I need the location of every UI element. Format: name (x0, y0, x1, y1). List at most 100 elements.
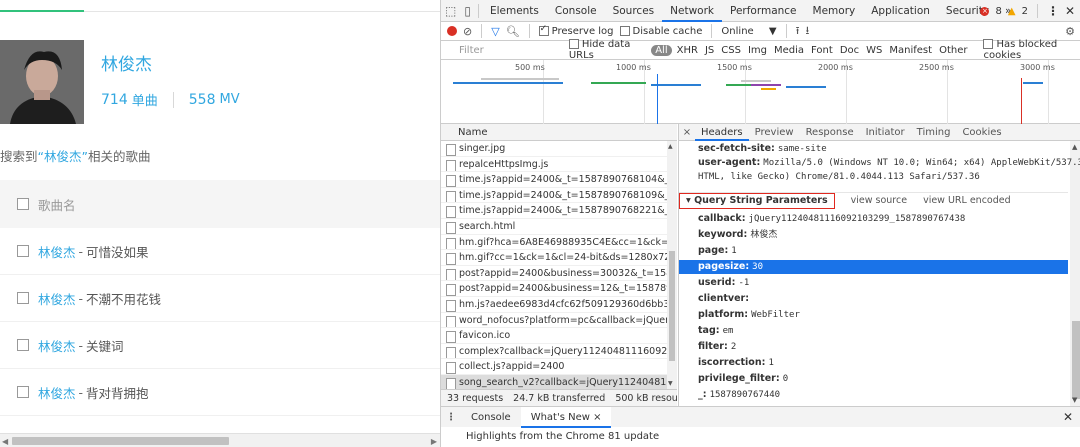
name-column-header[interactable]: Name (441, 124, 677, 141)
song-artist-link[interactable]: 林俊杰 (38, 289, 76, 308)
song-checkbox[interactable] (17, 245, 29, 257)
network-settings-gear-icon[interactable]: ⚙ (1065, 25, 1075, 38)
throttle-select[interactable]: Online ▼ (721, 26, 776, 37)
detail-tab-headers[interactable]: Headers (695, 124, 749, 141)
request-list-scroll-thumb[interactable] (669, 251, 675, 361)
drawer-menu-icon[interactable]: ⋮ (441, 412, 461, 423)
response-header-row[interactable]: HTML, like Gecko) Chrome/81.0.4044.113 S… (698, 170, 980, 184)
type-filter-all[interactable]: All (651, 44, 672, 56)
type-filter-css[interactable]: CSS (719, 45, 743, 56)
request-row[interactable]: hm.js?aedee6983d4cfc62f509129360d6bb3d (441, 297, 677, 313)
request-row[interactable]: hm.gif?hca=6A8E46988935C4E&cc=1&ck=18 (441, 235, 677, 251)
close-detail-icon[interactable]: × (679, 127, 695, 138)
request-list-scrollbar[interactable]: ▲ ▼ (667, 141, 677, 389)
warning-icon[interactable]: ▲ (1008, 6, 1016, 17)
detail-tab-cookies[interactable]: Cookies (956, 124, 1007, 141)
scroll-right-icon[interactable]: ▶ (431, 437, 437, 446)
search-icon[interactable]: 🔍︎ (506, 25, 520, 38)
select-all-checkbox[interactable] (17, 198, 29, 210)
query-param-row[interactable]: platform: WebFilter (698, 308, 800, 322)
song-artist-link[interactable]: 林俊杰 (38, 383, 76, 402)
song-title-link[interactable]: 可惜没如果 (86, 242, 149, 261)
import-har-icon[interactable]: ⭱ (796, 22, 800, 41)
request-row[interactable]: favicon.ico (441, 328, 677, 344)
view-url-encoded-link[interactable]: view URL encoded (923, 195, 1011, 206)
clear-icon[interactable]: ⊘ (463, 25, 472, 38)
disable-cache-toggle[interactable]: Disable cache (619, 25, 702, 37)
request-row[interactable]: repalceHttpsImg.js (441, 157, 677, 173)
network-overview-timeline[interactable]: 500 ms 1000 ms 1500 ms 2000 ms 2500 ms 3000 m… (441, 60, 1080, 124)
song-count[interactable]: 714 (101, 92, 128, 108)
error-count[interactable]: 8 (995, 6, 1001, 17)
detail-tab-initiator[interactable]: Initiator (860, 124, 911, 141)
filter-icon[interactable]: ▽ (491, 25, 499, 38)
song-count-unit[interactable]: 单曲 (132, 90, 158, 109)
detail-scrollbar[interactable]: ▲ ▼ (1070, 141, 1080, 406)
drawer-tab-console[interactable]: Console (461, 407, 521, 428)
song-artist-link[interactable]: 林俊杰 (38, 336, 76, 355)
page-horizontal-scrollbar[interactable]: ◀ ▶ (0, 433, 440, 447)
type-filter-js[interactable]: JS (703, 45, 716, 56)
tab-performance[interactable]: Performance (722, 0, 805, 22)
query-param-row[interactable]: filter: 2 (698, 340, 736, 354)
has-blocked-cookies-toggle[interactable]: Has blocked cookies (983, 39, 1080, 61)
scroll-down-icon[interactable]: ▼ (1072, 396, 1077, 404)
song-checkbox[interactable] (17, 339, 29, 351)
page-scroll-thumb[interactable] (12, 437, 229, 445)
drawer-close-icon[interactable]: ✕ (1063, 410, 1073, 424)
detail-tab-preview[interactable]: Preview (749, 124, 800, 141)
query-param-row[interactable]: tag: em (698, 324, 733, 338)
song-artist-link[interactable]: 林俊杰 (38, 242, 76, 261)
request-row[interactable]: hm.gif?cc=1&ck=1&cl=24-bit&ds=1280x720& (441, 250, 677, 266)
tab-memory[interactable]: Memory (805, 0, 864, 22)
request-row[interactable]: collect.js?appid=2400 (441, 359, 677, 375)
query-param-row[interactable]: callback: jQuery11240481116092103299_158… (698, 212, 965, 226)
export-har-icon[interactable]: ⭳ (805, 22, 809, 41)
type-filter-font[interactable]: Font (809, 45, 835, 56)
filter-input[interactable]: Filter (441, 42, 563, 59)
scroll-up-icon[interactable]: ▲ (668, 143, 673, 150)
query-param-row[interactable]: privilege_filter: 0 (698, 372, 788, 386)
scroll-left-icon[interactable]: ◀ (2, 437, 8, 446)
type-filter-media[interactable]: Media (772, 45, 806, 56)
tab-sources[interactable]: Sources (605, 0, 663, 22)
request-row[interactable]: time.js?appid=2400&_t=1587890768109&_r=0 (441, 188, 677, 204)
request-row[interactable]: word_nofocus?platform=pc&callback=jQuery… (441, 313, 677, 329)
song-checkbox[interactable] (17, 292, 29, 304)
request-row[interactable]: search.html (441, 219, 677, 235)
song-row[interactable]: 林俊杰 - 背对背拥抱 (0, 369, 440, 416)
type-filter-doc[interactable]: Doc (838, 45, 861, 56)
hide-data-urls-toggle[interactable]: Hide data URLs (568, 39, 645, 61)
song-checkbox[interactable] (17, 386, 29, 398)
inspect-element-icon[interactable]: ⬚ (441, 4, 460, 18)
request-row[interactable]: time.js?appid=2400&_t=1587890768221&_r=0 (441, 203, 677, 219)
request-row[interactable]: complex?callback=jQuery11240481116092110 (441, 344, 677, 360)
mv-count[interactable]: 558 (189, 92, 216, 108)
tab-console[interactable]: Console (547, 0, 605, 22)
preserve-log-checkbox[interactable] (538, 24, 549, 36)
devtools-close-icon[interactable]: ✕ (1065, 4, 1075, 18)
tab-network[interactable]: Network (662, 0, 722, 22)
singer-name-link[interactable]: 林俊杰 (101, 50, 152, 75)
hide-data-urls-checkbox[interactable] (568, 39, 579, 49)
song-title-link[interactable]: 关键词 (86, 336, 124, 355)
singer-avatar[interactable] (0, 40, 84, 124)
device-toolbar-icon[interactable]: ▯ (460, 4, 475, 18)
query-param-row[interactable]: page: 1 (698, 244, 737, 258)
song-row[interactable]: 林俊杰 - 可惜没如果 (0, 228, 440, 275)
scroll-up-icon[interactable]: ▲ (1072, 143, 1077, 151)
song-title-link[interactable]: 背对背拥抱 (86, 383, 149, 402)
song-row[interactable]: 林俊杰 - 不潮不用花钱 (0, 275, 440, 322)
response-header-row[interactable]: user-agent: Mozilla/5.0 (Windows NT 10.0… (698, 156, 1080, 170)
song-title-link[interactable]: 不潮不用花钱 (86, 289, 161, 308)
tab-elements[interactable]: Elements (482, 0, 547, 22)
response-header-row[interactable]: sec-fetch-site: same-site (698, 142, 827, 156)
mv-count-unit[interactable]: MV (219, 92, 239, 107)
view-source-link[interactable]: view source (851, 195, 907, 206)
error-icon[interactable]: × (980, 6, 990, 16)
song-row[interactable]: 林俊杰 - 关键词 (0, 322, 440, 369)
has-blocked-cookies-checkbox[interactable] (983, 39, 994, 49)
query-string-parameters-toggle[interactable]: ▾ Query String Parameters (679, 192, 835, 209)
query-param-row[interactable]: _: 1587890767440 (698, 388, 780, 402)
request-row[interactable]: singer.jpg (441, 141, 677, 157)
